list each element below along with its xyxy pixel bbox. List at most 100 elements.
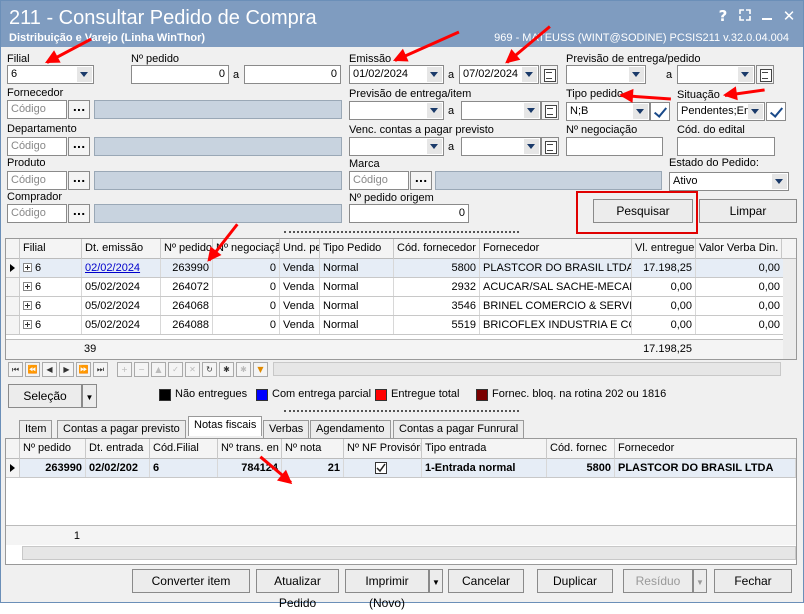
table-row[interactable]: 263990 02/02/202 6 784124 21 1-Entrada n… [6,459,796,478]
cod-edital-input[interactable] [677,137,775,156]
calendar-icon[interactable] [541,101,559,120]
calendar-icon[interactable] [540,65,558,84]
tab-contas-pagar[interactable]: Contas a pagar previsto [57,420,186,438]
nf-hscroll[interactable] [22,546,796,560]
prev-entrega-item-from[interactable] [349,101,444,120]
insert-icon[interactable]: + [117,362,132,377]
fornecedor-search-button[interactable]: ... [68,100,90,119]
maximize-icon[interactable] [734,7,756,25]
comprador-code-input[interactable]: Código [7,204,67,223]
column-header[interactable]: Dt. emissão [82,239,161,259]
produto-search-button[interactable]: ... [68,171,90,190]
help-button[interactable]: ? [712,7,734,25]
bookmark-icon[interactable]: ✱ [219,362,234,377]
residuo-dropdown[interactable]: ▼ [693,569,707,593]
cancelar-button[interactable]: Cancelar [448,569,524,593]
column-header[interactable]: Tipo Pedido [320,239,394,259]
num-pedido-origem-input[interactable]: 0 [349,204,469,223]
produto-code-input[interactable]: Código [7,171,67,190]
comprador-search-button[interactable]: ... [68,204,90,223]
column-header[interactable]: Fornecedor [480,239,632,259]
post-icon[interactable]: ✓ [168,362,183,377]
edit-icon[interactable]: ▲ [151,362,166,377]
column-header[interactable]: Cód. fornec [547,439,615,459]
next-record-icon[interactable]: ▶ [59,362,74,377]
column-header[interactable]: Nº pedido [20,439,86,459]
expand-icon[interactable] [23,301,32,310]
prev-entrega-item-to[interactable] [461,101,541,120]
num-pedido-to-input[interactable]: 0 [244,65,341,84]
expand-icon[interactable] [23,320,32,329]
num-negociacao-input[interactable] [566,137,663,156]
cancel-edit-icon[interactable]: ✕ [185,362,200,377]
minimize-icon[interactable] [756,7,778,25]
calendar-icon[interactable] [756,65,774,84]
close-button[interactable]: ✕ [778,7,800,25]
fornecedor-code-input[interactable]: Código [7,100,67,119]
column-header[interactable]: Fornecedor [615,439,796,459]
prev-page-icon[interactable]: ⏪ [25,362,40,377]
first-record-icon[interactable]: ⏮ [8,362,23,377]
tab-notas-fiscais[interactable]: Notas fiscais [188,416,263,436]
tipo-pedido-select[interactable]: N;B [566,102,650,121]
last-record-icon[interactable]: ⏭ [93,362,108,377]
duplicar-button[interactable]: Duplicar [537,569,613,593]
column-header[interactable]: Vl. entregue [632,239,696,259]
fechar-button[interactable]: Fechar [714,569,792,593]
column-header[interactable]: Nº NF Provisório [344,439,422,459]
converter-item-button[interactable]: Converter item [132,569,250,593]
expand-icon[interactable] [23,282,32,291]
orders-vscroll[interactable] [783,259,796,359]
orders-hscroll[interactable] [273,362,781,376]
marca-code-input[interactable]: Código [349,171,409,190]
departamento-search-button[interactable]: ... [68,137,90,156]
prev-record-icon[interactable]: ◀ [42,362,57,377]
situacao-select[interactable]: Pendentes;En [677,102,765,121]
splitter-grip[interactable] [284,410,519,412]
emissao-to-input[interactable]: 07/02/2024 [459,65,539,84]
selecao-button[interactable]: Seleção [8,384,82,408]
column-header[interactable]: Nº trans. en [218,439,282,459]
column-header[interactable]: Cód.Filial [150,439,218,459]
refresh-icon[interactable]: ↻ [202,362,217,377]
table-row[interactable]: 6 02/02/2024 263990 0 Venda Normal 5800 … [6,259,784,278]
table-row[interactable]: 6 05/02/2024 264068 0 Venda Normal 3546 … [6,297,784,316]
table-row[interactable]: 6 05/02/2024 264088 0 Venda Normal 5519 … [6,316,784,335]
column-header[interactable]: Cód. fornecedor [394,239,480,259]
emissao-from-input[interactable]: 01/02/2024 [349,65,444,84]
estado-pedido-select[interactable]: Ativo [669,172,789,191]
residuo-button[interactable]: Resíduo [623,569,693,593]
tab-item[interactable]: Item [19,420,53,438]
column-header[interactable]: Filial [20,239,82,259]
column-header[interactable]: Tipo entrada [422,439,547,459]
venc-from-input[interactable] [349,137,444,156]
atualizar-pedido-button[interactable]: Atualizar Pedido [256,569,339,610]
imprimir-button[interactable]: Imprimir (Novo) [345,569,429,610]
splitter-grip[interactable] [284,231,519,233]
tipo-pedido-check-icon[interactable] [650,102,670,121]
filter-icon[interactable]: ▼ [253,362,268,377]
tab-agendamento[interactable]: Agendamento [310,420,391,438]
num-pedido-from-input[interactable]: 0 [131,65,229,84]
tab-verbas[interactable]: Verbas [263,420,310,438]
limpar-button[interactable]: Limpar [699,199,797,223]
column-header[interactable]: Valor Verba Din. [696,239,782,259]
expand-icon[interactable] [23,263,32,272]
next-page-icon[interactable]: ⏩ [76,362,91,377]
tab-funrural[interactable]: Contas a pagar Funrural [393,420,525,438]
column-header[interactable]: Nº nota [282,439,344,459]
departamento-code-input[interactable]: Código [7,137,67,156]
imprimir-dropdown[interactable]: ▼ [429,569,443,593]
pesquisar-button[interactable]: Pesquisar [593,199,693,223]
marca-search-button[interactable]: ... [410,171,432,190]
prev-entrega-pedido-from[interactable] [566,65,646,84]
goto-bookmark-icon[interactable]: ✱ [236,362,251,377]
selecao-dropdown[interactable]: ▼ [82,384,97,408]
calendar-icon[interactable] [541,137,559,156]
venc-to-input[interactable] [461,137,541,156]
column-header[interactable]: Und. pe [280,239,320,259]
prev-entrega-pedido-to[interactable] [677,65,755,84]
column-header[interactable]: Dt. entrada [86,439,150,459]
situacao-check-icon[interactable] [766,102,786,121]
checkbox-checked-icon[interactable] [375,462,387,474]
